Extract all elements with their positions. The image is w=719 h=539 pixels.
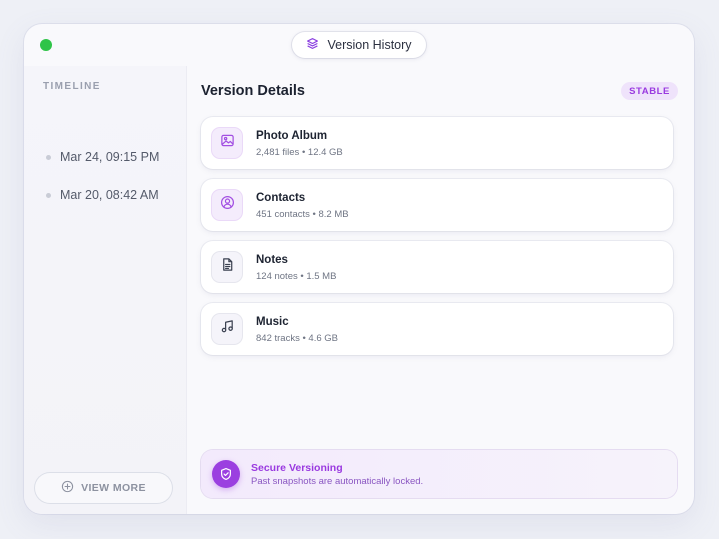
layers-icon (306, 37, 319, 53)
card-meta: 2,481 files • 12.4 GB (256, 147, 343, 158)
secure-versioning-subtitle: Past snapshots are automatically locked. (251, 476, 424, 487)
version-item-card[interactable]: Photo Album 2,481 files • 12.4 GB (201, 117, 673, 169)
card-icon-box (212, 252, 242, 282)
card-meta: 124 notes • 1.5 MB (256, 271, 337, 282)
view-more-button[interactable]: VIEW MORE (35, 473, 172, 503)
user-circle-icon (220, 195, 235, 215)
card-meta: 842 tracks • 4.6 GB (256, 333, 339, 344)
timeline-dot (46, 192, 51, 198)
timeline-item-label: Mar 24, 09:15 PM (60, 150, 160, 164)
view-more-label: VIEW MORE (81, 482, 146, 494)
secure-versioning-title: Secure Versioning (251, 462, 343, 474)
window-title-pill: Version History (292, 32, 426, 58)
card-icon-box (212, 314, 242, 344)
version-history-window: Version History TIMELINE Mar 24, 09:15 P… (24, 24, 694, 514)
version-item-card[interactable]: Contacts 451 contacts • 8.2 MB (201, 179, 673, 231)
card-icon-box (212, 190, 242, 220)
card-title: Contacts (256, 192, 306, 204)
card-title: Music (256, 316, 289, 328)
image-icon (220, 133, 235, 153)
file-text-icon (220, 257, 235, 277)
version-item-card[interactable]: Music 842 tracks • 4.6 GB (201, 303, 673, 355)
card-meta: 451 contacts • 8.2 MB (256, 209, 349, 220)
timeline-sidebar: TIMELINE Mar 24, 09:15 PM Mar 20, 08:42 … (24, 66, 187, 514)
version-details-title: Version Details (201, 83, 305, 99)
shield-check-icon (212, 460, 240, 488)
timeline-item[interactable]: Mar 24, 09:15 PM (46, 150, 159, 164)
card-icon-box (212, 128, 242, 158)
window-title: Version History (327, 38, 412, 52)
version-item-card[interactable]: Notes 124 notes • 1.5 MB (201, 241, 673, 293)
stable-badge: STABLE (621, 82, 678, 100)
timeline-item[interactable]: Mar 20, 08:42 AM (46, 188, 159, 202)
secure-versioning-banner: Secure Versioning Past snapshots are aut… (201, 450, 677, 498)
version-details-panel: Version Details STABLE Photo Album 2,481… (186, 66, 694, 514)
plus-circle-icon (61, 480, 74, 496)
music-note-icon (220, 319, 235, 339)
card-title: Notes (256, 254, 288, 266)
window-status-dot[interactable] (40, 39, 52, 51)
timeline-item-label: Mar 20, 08:42 AM (60, 188, 159, 202)
card-title: Photo Album (256, 130, 328, 142)
timeline-dot (46, 154, 51, 160)
timeline-heading: TIMELINE (43, 81, 101, 92)
